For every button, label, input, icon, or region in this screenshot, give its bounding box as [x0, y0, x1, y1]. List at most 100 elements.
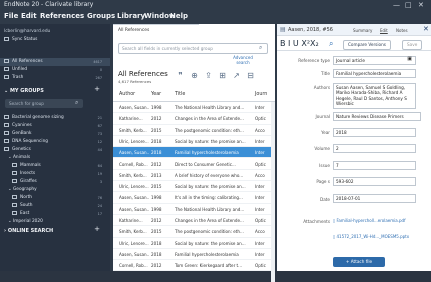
table-row[interactable]: Katharine... 2012 Changes in the Area of E… [113, 113, 275, 125]
volume-field[interactable]: 2 [333, 144, 416, 153]
tab-notes[interactable]: Notes [396, 28, 408, 33]
compare-versions-button[interactable]: Compare Versions [343, 40, 391, 50]
column-title[interactable]: Title [175, 92, 185, 97]
menu-bar: File Edit References Groups Library Wind… [0, 11, 431, 22]
column-author[interactable]: Author [119, 92, 135, 97]
vertical-scrollbar[interactable] [271, 102, 275, 282]
cell-year: 2012 [151, 116, 162, 122]
group-label: Insects [20, 171, 36, 176]
group-icon [12, 210, 17, 215]
table-row[interactable]: Katharine... 2012 Changes in the Area of E… [113, 215, 275, 227]
group-item[interactable]: Genetics 44 [0, 146, 110, 154]
group-item[interactable]: GenBank 73 [0, 130, 110, 138]
table-row[interactable]: Aasen, Susan... 1998 The National Health L… [113, 204, 275, 215]
menu-library[interactable]: Library [117, 12, 145, 20]
cell-title: It's all in the timing: calibrating... [175, 195, 243, 201]
quote-icon[interactable]: ❞ [175, 70, 186, 81]
advanced-search-link[interactable]: Advanced search [228, 55, 258, 65]
year-field[interactable]: 2018 [333, 128, 416, 137]
tab-all-references[interactable]: All References [113, 24, 199, 37]
group-set-animals[interactable]: ⌄ Animals [0, 154, 110, 162]
save-button[interactable]: Save [402, 40, 423, 50]
group-item[interactable]: North 76 [0, 194, 110, 202]
add-group-icon[interactable]: + [94, 85, 100, 93]
menu-help[interactable]: Help [170, 12, 188, 20]
authors-label: Authors [313, 85, 330, 90]
attach-file-button[interactable]: + Attach file [333, 257, 385, 267]
attachment-item[interactable]: ▯ Familial-hypercholl...erolaemia.pdf [333, 218, 421, 223]
reference-search-input[interactable]: Search all fields in currently selected … [118, 43, 268, 54]
group-label: DNA Sequencing [12, 139, 49, 144]
authors-field[interactable]: Susan Aasen, Samuel S Goldling, Mariko H… [333, 83, 416, 109]
sync-status[interactable]: Sync Status [0, 36, 110, 44]
menu-file[interactable]: File [4, 12, 18, 20]
ref-type-select[interactable]: Journal article ▣ [333, 56, 416, 65]
tab-summary[interactable]: Summary [353, 28, 372, 33]
cell-year: 1998 [151, 105, 162, 110]
group-item[interactable]: Giraffes 3 [0, 178, 110, 186]
sidebar-item-trash[interactable]: Trash 267 [0, 74, 110, 82]
find-pdf-icon[interactable]: ⊞ [217, 70, 228, 81]
cell-journal: Acco [255, 229, 265, 235]
title-field[interactable]: Familial hypercholesterolaemia [333, 69, 416, 78]
format-buttons[interactable]: B I U X²X₂ [280, 39, 319, 48]
add-reference-icon[interactable]: ⊕ [189, 70, 200, 81]
group-count: 76 [97, 196, 102, 200]
group-item[interactable]: East 17 [0, 210, 110, 218]
menu-references[interactable]: References [40, 12, 84, 20]
sidebar-item-unfiled[interactable]: Unfiled 0 [0, 66, 110, 74]
attach-icon[interactable]: ⊟ [245, 70, 256, 81]
table-row[interactable]: Cornell, Rob... 2012 Direct to Consumer Ge… [113, 159, 275, 170]
cell-journal: Inter [255, 195, 265, 201]
table-row[interactable]: Smith, Kerb... 2015 The postgenomic condit… [113, 125, 275, 136]
group-item[interactable]: Cyanines 67 [0, 122, 110, 130]
pages-field[interactable]: 593-602 [333, 177, 416, 186]
trash-icon [4, 74, 9, 79]
group-count: 19 [97, 172, 102, 176]
close-icon[interactable]: ✕ [418, 0, 424, 10]
attachment-item[interactable]: ▯ 41572_2017_Wi-Hd..._MOESM5.pptx [333, 234, 421, 239]
add-online-search-icon[interactable]: + [94, 225, 100, 233]
table-row[interactable]: Smith, Kerb... 2015 The postgenomic condit… [113, 226, 275, 238]
column-year[interactable]: Year [151, 92, 161, 97]
group-label: Genetics [12, 147, 31, 152]
group-item[interactable]: DNA Sequencing 12 [0, 138, 110, 146]
table-row[interactable]: Aasen, Susan... 1998 It's all in the timin… [113, 192, 275, 204]
table-row[interactable]: Cornell, Rob... 2012 Tom Green: Kierkegaar… [113, 260, 275, 272]
group-item[interactable]: Insects 19 [0, 170, 110, 178]
menu-edit[interactable]: Edit [21, 12, 37, 20]
maximize-icon[interactable]: □ [405, 0, 412, 10]
group-set-geography[interactable]: ⌄ Geography [0, 186, 110, 194]
table-row[interactable]: Aasen, Susan... 2018 Familial hypercholest… [113, 249, 275, 261]
cell-year: 2012 [151, 161, 162, 167]
group-search-input[interactable]: Search for group [5, 99, 83, 108]
table-row[interactable]: Aasen, Susan... 1998 The National Health L… [113, 102, 275, 114]
group-count: 24 [97, 204, 102, 208]
table-row[interactable]: Ulric, Lenore... 2015 Social by nature: th… [113, 181, 275, 193]
table-row[interactable]: Ulric, Lenore... 2018 Social by nature: th… [113, 136, 275, 148]
attachments-label: Attachments [303, 219, 330, 224]
sidebar-item-all-references[interactable]: All References 4617 [0, 58, 110, 66]
detail-header: ▤ Aasen, 2018, #56 Summary Edit Notes ✕ [277, 24, 431, 36]
cell-author: Ulric, Lenore... [119, 138, 149, 144]
menu-groups[interactable]: Groups [87, 12, 115, 20]
table-row[interactable]: Ulric, Lenore... 2018 Social by nature: th… [113, 238, 275, 249]
table-row[interactable]: Smith, Kerb... 2013 A brief history of eve… [113, 170, 275, 182]
table-row[interactable]: Aasen, Susan... 2018 Familial hypercholest… [113, 147, 275, 159]
column-journal[interactable]: Journ [255, 92, 267, 97]
share-icon[interactable]: ⇪ [203, 70, 214, 81]
cell-journal: Acco [255, 127, 265, 133]
tab-edit[interactable]: Edit [380, 28, 388, 33]
date-field[interactable]: 2018-07-01 [333, 194, 416, 203]
group-item[interactable]: South 24 [0, 202, 110, 210]
group-item[interactable]: Mammals 64 [0, 162, 110, 170]
search-icon[interactable]: ⌕ [329, 39, 333, 49]
cell-title: Familial hypercholesterolaemia [175, 251, 239, 257]
new-tab-icon[interactable]: + [203, 24, 210, 36]
journal-field[interactable]: Nature Reviews Disease Primers [333, 112, 421, 121]
export-icon[interactable]: ↗ [231, 70, 242, 81]
group-item[interactable]: Bacterial genome sizing 21 [0, 114, 110, 122]
minimize-icon[interactable]: — [393, 0, 400, 10]
close-icon[interactable]: ✕ [423, 25, 429, 33]
issue-field[interactable]: 7 [333, 161, 416, 170]
